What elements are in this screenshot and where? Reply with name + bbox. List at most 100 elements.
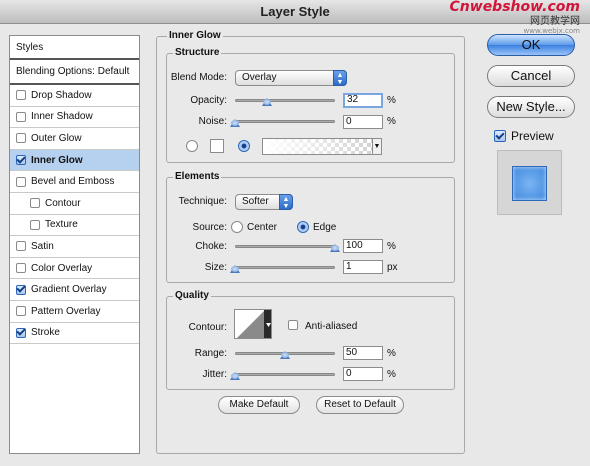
style-item-checkbox[interactable] [16,176,26,187]
contour-picker[interactable] [234,309,272,339]
style-item-checkbox[interactable] [16,155,26,166]
style-item-drop-shadow[interactable]: Drop Shadow [10,85,139,107]
source-edge-radio[interactable] [297,221,309,233]
anti-aliased-checkbox[interactable] [288,320,298,330]
noise-label: Noise: [198,116,227,127]
style-item-color-overlay[interactable]: Color Overlay [10,258,139,280]
style-item-checkbox[interactable] [16,263,26,274]
choke-slider-thumb[interactable] [330,244,340,252]
style-item-checkbox[interactable] [16,327,26,338]
contour-label: Contour: [188,322,227,333]
anti-aliased-label: Anti-aliased [305,321,358,332]
style-item-gradient-overlay[interactable]: Gradient Overlay [10,279,139,301]
technique-select[interactable]: Softer ▲ ▼ [235,194,293,210]
jitter-slider-thumb[interactable] [230,372,240,380]
noise-slider-thumb[interactable] [230,119,240,127]
choke-slider[interactable] [235,245,335,248]
style-item-bevel-and-emboss[interactable]: Bevel and Emboss [10,171,139,193]
style-item-checkbox[interactable] [16,111,26,122]
size-slider-thumb[interactable] [230,265,241,273]
style-item-texture[interactable]: Texture [10,215,139,237]
choke-input[interactable]: 100 [343,239,383,253]
panel-title: Inner Glow [167,30,223,41]
cancel-button[interactable]: Cancel [487,65,575,87]
style-item-stroke[interactable]: Stroke [10,323,139,345]
range-slider-thumb[interactable] [280,351,290,359]
gradient-dropdown-icon[interactable]: ▼ [372,138,382,155]
style-item-checkbox[interactable] [16,133,26,144]
style-item-inner-shadow[interactable]: Inner Shadow [10,107,139,129]
styles-header-label: Styles [16,41,44,53]
noise-unit: % [387,116,396,127]
style-item-checkbox[interactable] [16,90,26,101]
style-item-label: Texture [45,219,78,231]
glow-color-swatch[interactable] [210,139,224,153]
opacity-slider-thumb[interactable] [262,98,272,106]
elements-group: Elements Technique: Softer ▲ ▼ Source: Ce… [166,171,455,283]
reset-to-default-button[interactable]: Reset to Default [316,396,404,414]
select-arrows-icon: ▲ ▼ [333,70,347,86]
style-item-satin[interactable]: Satin [10,236,139,258]
opacity-label: Opacity: [190,95,227,106]
select-arrows-icon: ▲ ▼ [279,194,293,210]
style-item-label: Drop Shadow [31,89,92,101]
style-item-checkbox[interactable] [16,241,26,252]
range-input[interactable]: 50 [343,346,383,360]
style-item-label: Satin [31,240,54,252]
style-item-inner-glow[interactable]: Inner Glow [10,149,139,172]
glow-gradient-picker[interactable]: ▼ [262,138,382,155]
opacity-slider[interactable] [235,99,335,102]
new-style-button[interactable]: New Style... [487,96,575,118]
style-item-label: Bevel and Emboss [31,176,115,188]
watermark-line2: 网页教学网 [530,16,580,27]
size-label: Size: [204,262,227,273]
style-item-label: Inner Glow [31,154,83,166]
fill-color-radio[interactable] [186,140,198,152]
choke-unit: % [387,241,396,252]
jitter-slider[interactable] [235,373,335,376]
jitter-label: Jitter: [202,369,227,380]
quality-title: Quality [173,290,211,301]
style-item-label: Inner Shadow [31,111,93,123]
noise-input[interactable]: 0 [343,115,383,129]
style-item-label: Stroke [31,327,60,339]
blend-mode-select[interactable]: Overlay ▲ ▼ [235,70,347,86]
blend-mode-value: Overlay [242,72,277,83]
opacity-unit: % [387,95,396,106]
jitter-unit: % [387,369,396,380]
style-item-outer-glow[interactable]: Outer Glow [10,128,139,150]
technique-value: Softer [242,196,269,207]
style-item-label: Gradient Overlay [31,284,107,296]
style-item-label: Contour [45,197,81,209]
style-item-checkbox[interactable] [30,219,40,230]
watermark-logo: Cnwebshow.com 网页教学网 www.webjx.com [450,0,580,35]
choke-label: Choke: [195,241,227,252]
make-default-button[interactable]: Make Default [218,396,300,414]
source-edge-label: Edge [313,222,337,233]
size-slider[interactable] [235,266,335,269]
style-item-contour[interactable]: Contour [10,193,139,215]
watermark-line1: Cnwebshow.com [449,0,580,15]
style-item-checkbox[interactable] [30,198,40,209]
style-item-pattern-overlay[interactable]: Pattern Overlay [10,301,139,323]
opacity-input[interactable]: 32 [343,93,383,108]
blending-options-item[interactable]: Blending Options: Default [10,60,139,85]
size-input[interactable]: 1 [343,260,383,274]
source-label: Source: [192,222,227,233]
source-center-radio[interactable] [231,221,243,233]
structure-group: Structure Blend Mode: Overlay ▲ ▼ Opacity… [166,47,455,163]
style-preview [497,150,562,215]
blend-mode-label: Blend Mode: [170,72,227,83]
preview-toggle[interactable]: Preview [494,129,554,143]
style-item-checkbox[interactable] [16,284,26,295]
ok-button[interactable]: OK [487,34,575,56]
noise-slider[interactable] [235,120,335,123]
preview-checkbox[interactable] [494,130,506,142]
preview-label: Preview [511,129,554,143]
window-title: Layer Style [260,4,330,19]
jitter-input[interactable]: 0 [343,367,383,381]
structure-title: Structure [173,47,222,58]
styles-header[interactable]: Styles [10,36,139,60]
fill-gradient-radio[interactable] [238,140,250,152]
style-item-checkbox[interactable] [16,306,26,317]
